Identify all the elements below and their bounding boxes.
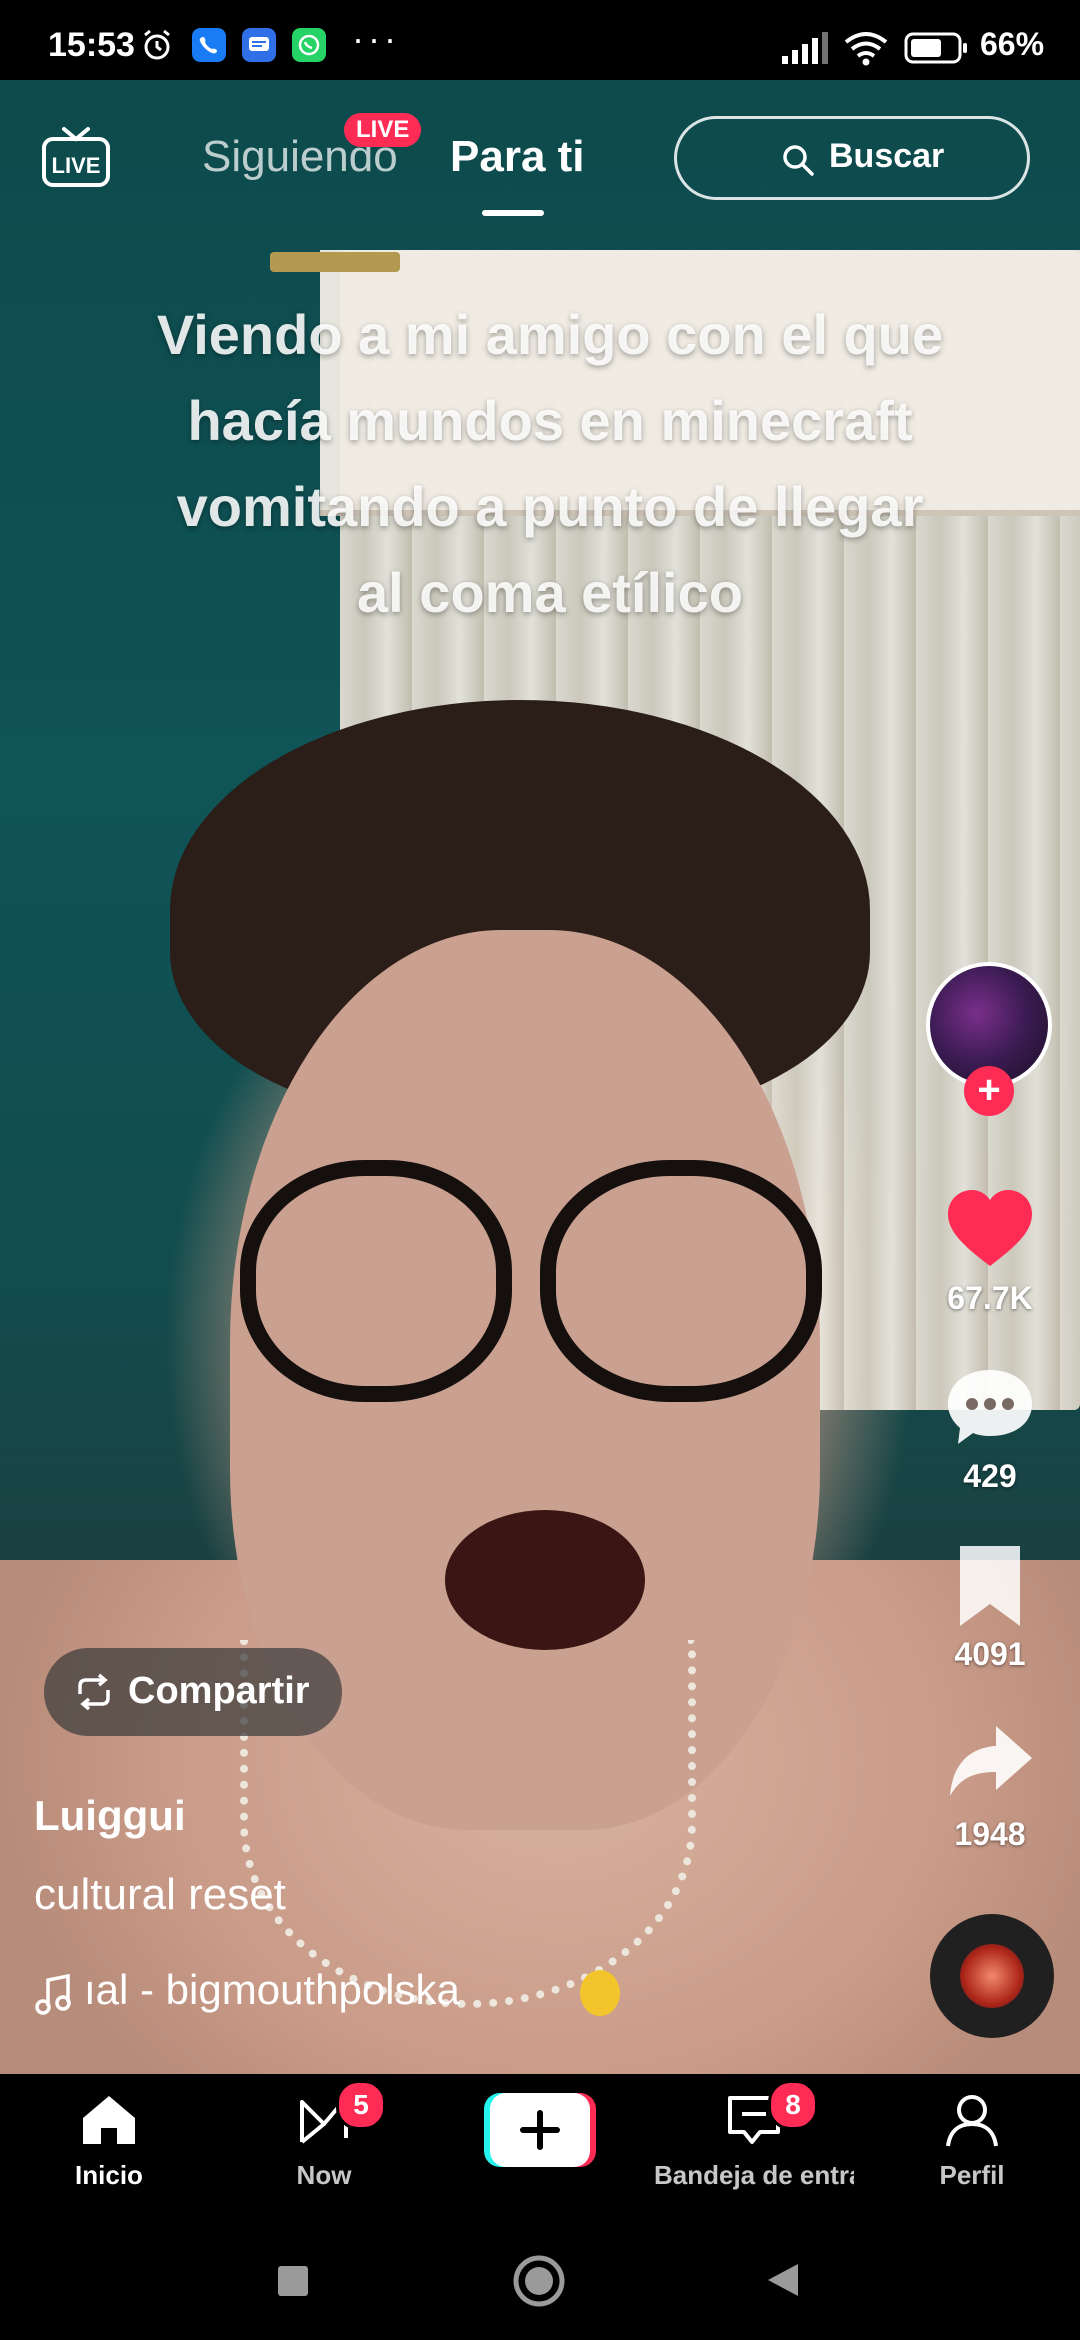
alarm-icon <box>144 29 170 60</box>
create-video-button[interactable] <box>484 2093 596 2167</box>
nav-home[interactable]: Inicio <box>9 2074 209 2224</box>
comment-count: 429 <box>963 1458 1017 1494</box>
status-time: 15:53 <box>48 26 135 64</box>
home-icon <box>83 2096 135 2144</box>
nav-profile[interactable]: Perfil <box>872 2074 1072 2224</box>
messages-app-icon <box>242 28 276 62</box>
comment-bubble-icon[interactable] <box>944 1362 1036 1454</box>
nav-profile-label: Perfil <box>939 2160 1005 2190</box>
status-bar: 15:53 ··· 66% <box>0 0 1080 80</box>
nav-inbox-label: Bandeja de entrada <box>654 2160 854 2190</box>
curtain-rod <box>270 252 400 272</box>
profile-icon <box>946 2095 998 2147</box>
active-tab-indicator <box>482 210 544 216</box>
smiley-pendant <box>580 1970 620 2016</box>
like-heart-icon[interactable] <box>944 1184 1036 1276</box>
music-title: ıal - bigmouthpolska <box>84 1966 460 2013</box>
now-badge: 5 <box>336 2080 386 2130</box>
author-username[interactable]: Luiggui <box>34 1792 186 1840</box>
music-cover-thumbnail <box>960 1944 1024 2008</box>
nav-now-label: Now <box>296 2160 352 2190</box>
music-disc-button[interactable] <box>930 1914 1054 2038</box>
search-label: Buscar <box>829 137 945 175</box>
nav-now[interactable]: 5 Now <box>224 2074 424 2224</box>
home-system-icon[interactable] <box>512 2254 566 2308</box>
search-button[interactable]: Buscar <box>674 116 1030 200</box>
like-count: 67.7K <box>947 1280 1033 1316</box>
phone-app-icon <box>192 28 226 62</box>
nav-home-label: Inicio <box>75 2160 143 2190</box>
save-count: 4091 <box>954 1636 1026 1672</box>
live-icon-label: LIVE <box>52 153 101 178</box>
glasses-right-lens <box>540 1160 822 1402</box>
bookmark-icon[interactable] <box>944 1540 1036 1632</box>
tab-for-you[interactable]: Para ti <box>450 132 585 182</box>
nav-inbox[interactable]: 8 Bandeja de entrada <box>654 2074 854 2224</box>
video-description[interactable]: cultural reset <box>34 1870 286 1920</box>
live-badge: LIVE <box>344 113 422 147</box>
music-info[interactable]: ıal - bigmouthpolska <box>34 1966 534 2022</box>
search-icon <box>783 145 814 176</box>
share-count: 1948 <box>954 1816 1026 1852</box>
video-caption-text: Viendo a mi amigo con el que hacía mundo… <box>156 303 944 624</box>
back-icon[interactable] <box>762 2260 802 2300</box>
person-mouth <box>445 1510 645 1650</box>
glasses-left-lens <box>240 1160 512 1402</box>
battery-percentage: 66% <box>980 26 1045 62</box>
battery-icon <box>904 32 967 64</box>
repost-icon <box>78 1673 110 1711</box>
live-tv-icon[interactable]: LIVE <box>40 125 112 195</box>
signal-icon <box>782 32 828 64</box>
share-repost-button[interactable]: Compartir <box>44 1648 342 1736</box>
system-navigation-bar <box>0 2224 1080 2340</box>
recent-apps-icon[interactable] <box>276 2264 310 2298</box>
music-note-icon <box>35 1973 71 2015</box>
share-label: Compartir <box>128 1670 310 1712</box>
wifi-icon <box>844 32 888 66</box>
more-notifications-indicator: ··· <box>352 18 400 59</box>
follow-button[interactable]: + <box>964 1066 1014 1116</box>
whatsapp-icon <box>292 28 326 62</box>
inbox-badge: 8 <box>768 2080 818 2130</box>
share-arrow-icon[interactable] <box>944 1718 1036 1810</box>
